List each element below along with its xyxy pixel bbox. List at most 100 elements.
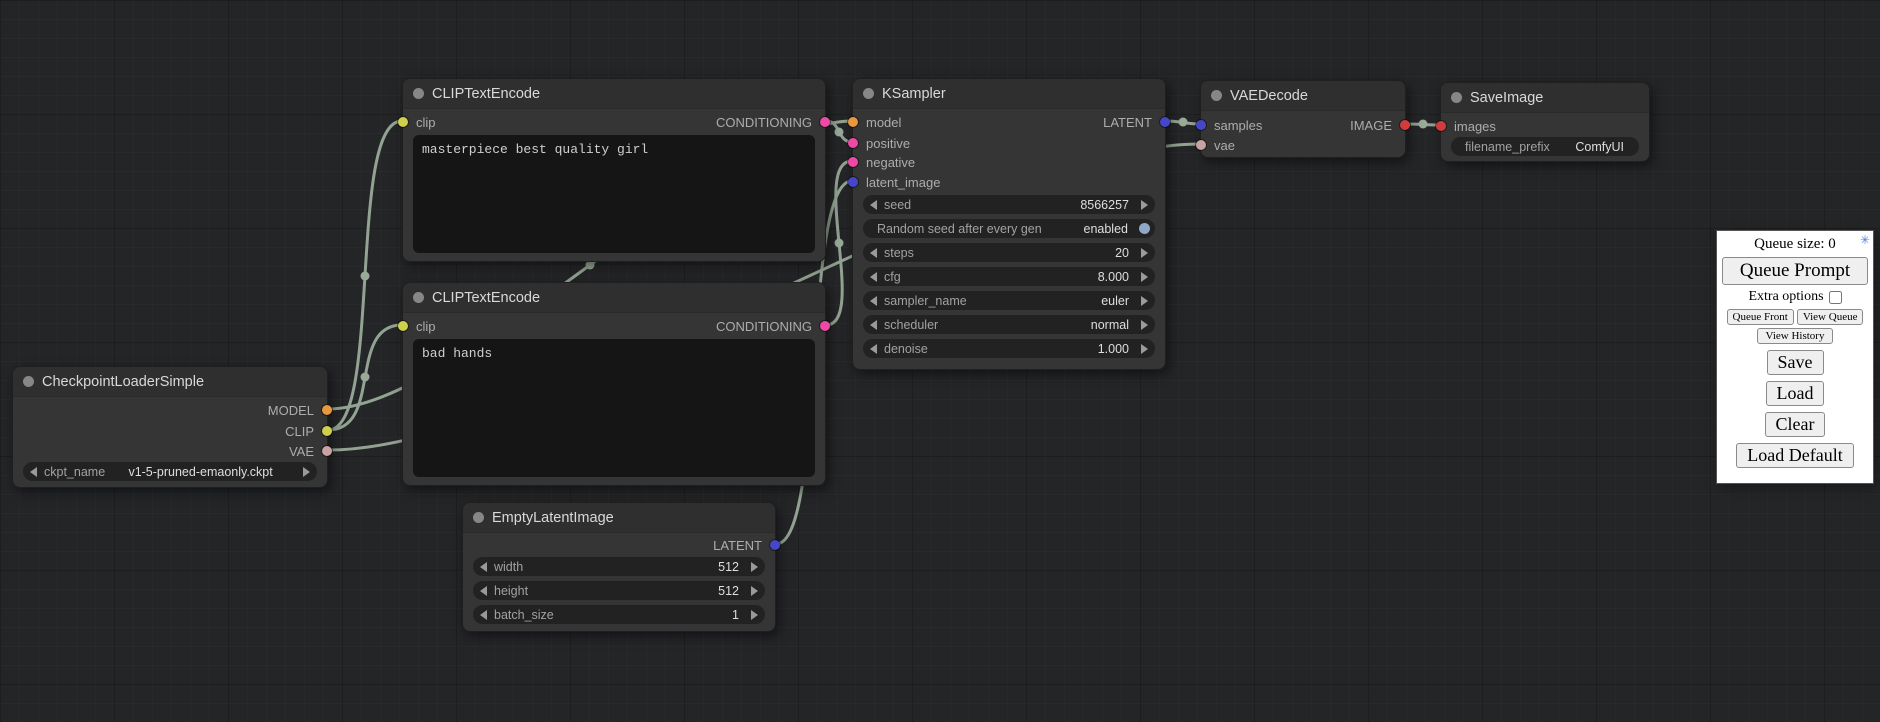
node-title-bar[interactable]: SaveImage [1441, 83, 1649, 113]
increase-icon[interactable] [751, 562, 758, 572]
samples-input-dot[interactable] [1196, 120, 1206, 130]
clip-input-dot[interactable] [398, 117, 408, 127]
increase-icon[interactable] [751, 586, 758, 596]
decrease-icon[interactable] [870, 344, 877, 354]
node-title-bar[interactable]: CheckpointLoaderSimple [13, 367, 327, 397]
node-title-bar[interactable]: CLIPTextEncode [403, 79, 825, 109]
vae-output-dot[interactable] [322, 446, 332, 456]
conditioning-output-dot[interactable] [820, 321, 830, 331]
next-value-icon[interactable] [303, 467, 310, 477]
node-clip-text-encode-positive[interactable]: CLIPTextEncode clip CONDITIONING masterp… [402, 78, 826, 262]
node-title-bar[interactable]: VAEDecode [1201, 81, 1405, 111]
random-seed-toggle[interactable]: Random seed after every gen enabled [863, 219, 1155, 238]
output-port-vae[interactable]: VAE [289, 441, 327, 461]
output-port-model[interactable]: MODEL [268, 400, 327, 420]
queue-prompt-button[interactable]: Queue Prompt [1722, 257, 1868, 285]
node-clip-text-encode-negative[interactable]: CLIPTextEncode clip CONDITIONING bad han… [402, 282, 826, 486]
settings-icon[interactable]: ✳ [1860, 233, 1870, 248]
increase-icon[interactable] [1141, 272, 1148, 282]
next-value-icon[interactable] [1141, 320, 1148, 330]
input-port-images[interactable]: images [1441, 116, 1496, 136]
increase-icon[interactable] [751, 610, 758, 620]
height-widget[interactable]: height 512 [473, 581, 765, 600]
load-default-button[interactable]: Load Default [1736, 443, 1853, 468]
decrease-icon[interactable] [870, 272, 877, 282]
collapse-dot-icon[interactable] [413, 292, 424, 303]
prev-value-icon[interactable] [870, 320, 877, 330]
decrease-icon[interactable] [480, 562, 487, 572]
prev-value-icon[interactable] [870, 296, 877, 306]
seed-widget[interactable]: seed 8566257 [863, 195, 1155, 214]
collapse-dot-icon[interactable] [473, 512, 484, 523]
collapse-dot-icon[interactable] [1451, 92, 1462, 103]
extra-options-checkbox[interactable] [1829, 291, 1842, 304]
denoise-widget[interactable]: denoise 1.000 [863, 339, 1155, 358]
collapse-dot-icon[interactable] [413, 88, 424, 99]
image-output-dot[interactable] [1400, 120, 1410, 130]
save-button[interactable]: Save [1767, 350, 1824, 375]
output-port-image[interactable]: IMAGE [1350, 115, 1405, 135]
clear-button[interactable]: Clear [1765, 412, 1826, 437]
node-title-bar[interactable]: CLIPTextEncode [403, 283, 825, 313]
input-port-samples[interactable]: samples [1201, 115, 1262, 135]
load-button[interactable]: Load [1766, 381, 1825, 406]
node-checkpoint-loader-simple[interactable]: CheckpointLoaderSimple MODEL CLIP VAE ck… [12, 366, 328, 488]
negative-prompt-textarea[interactable]: bad hands [413, 339, 815, 477]
conditioning-output-dot[interactable] [820, 117, 830, 127]
node-graph-canvas[interactable]: CheckpointLoaderSimple MODEL CLIP VAE ck… [0, 0, 1880, 722]
increase-icon[interactable] [1141, 344, 1148, 354]
width-widget[interactable]: width 512 [473, 557, 765, 576]
decrease-icon[interactable] [870, 248, 877, 258]
node-ksampler[interactable]: KSampler model positive negative latent_… [852, 78, 1166, 370]
decrease-icon[interactable] [480, 586, 487, 596]
output-port-clip[interactable]: CLIP [285, 421, 327, 441]
view-queue-button[interactable]: View Queue [1797, 309, 1864, 325]
negative-input-dot[interactable] [848, 157, 858, 167]
increase-icon[interactable] [1141, 248, 1148, 258]
cfg-widget[interactable]: cfg 8.000 [863, 267, 1155, 286]
batch-size-widget[interactable]: batch_size 1 [473, 605, 765, 624]
ckpt-name-widget[interactable]: ckpt_name v1-5-pruned-emaonly.ckpt [23, 462, 317, 481]
next-value-icon[interactable] [1141, 296, 1148, 306]
collapse-dot-icon[interactable] [863, 88, 874, 99]
vae-input-dot[interactable] [1196, 140, 1206, 150]
output-port-conditioning[interactable]: CONDITIONING [716, 112, 825, 132]
positive-prompt-textarea[interactable]: masterpiece best quality girl [413, 135, 815, 253]
node-empty-latent-image[interactable]: EmptyLatentImage LATENT width 512 height… [462, 502, 776, 632]
collapse-dot-icon[interactable] [23, 376, 34, 387]
queue-front-button[interactable]: Queue Front [1727, 309, 1794, 325]
node-save-image[interactable]: SaveImage images filename_prefix ComfyUI [1440, 82, 1650, 162]
positive-input-dot[interactable] [848, 138, 858, 148]
prev-value-icon[interactable] [30, 467, 37, 477]
steps-widget[interactable]: steps 20 [863, 243, 1155, 262]
input-port-latent-image[interactable]: latent_image [853, 172, 940, 192]
scheduler-widget[interactable]: scheduler normal [863, 315, 1155, 334]
clip-output-dot[interactable] [322, 426, 332, 436]
input-port-clip[interactable]: clip [403, 112, 436, 132]
decrease-icon[interactable] [870, 200, 877, 210]
input-port-clip[interactable]: clip [403, 316, 436, 336]
clip-input-dot[interactable] [398, 321, 408, 331]
sampler-name-widget[interactable]: sampler_name euler [863, 291, 1155, 310]
output-port-latent[interactable]: LATENT [713, 535, 775, 555]
input-port-positive[interactable]: positive [853, 133, 910, 153]
output-port-latent[interactable]: LATENT [1103, 112, 1165, 132]
input-port-negative[interactable]: negative [853, 152, 915, 172]
node-title-bar[interactable]: KSampler [853, 79, 1165, 109]
collapse-dot-icon[interactable] [1211, 90, 1222, 101]
output-port-conditioning[interactable]: CONDITIONING [716, 316, 825, 336]
toggle-knob[interactable] [1139, 223, 1150, 234]
node-vae-decode[interactable]: VAEDecode samples vae IMAGE [1200, 80, 1406, 158]
model-output-dot[interactable] [322, 405, 332, 415]
input-port-model[interactable]: model [853, 112, 901, 132]
increase-icon[interactable] [1141, 200, 1148, 210]
latent-output-dot[interactable] [1160, 117, 1170, 127]
filename-prefix-widget[interactable]: filename_prefix ComfyUI [1451, 137, 1639, 156]
node-title-bar[interactable]: EmptyLatentImage [463, 503, 775, 533]
input-port-vae[interactable]: vae [1201, 135, 1235, 155]
view-history-button[interactable]: View History [1757, 328, 1834, 344]
decrease-icon[interactable] [480, 610, 487, 620]
model-input-dot[interactable] [848, 117, 858, 127]
latent-output-dot[interactable] [770, 540, 780, 550]
latent-image-input-dot[interactable] [848, 177, 858, 187]
